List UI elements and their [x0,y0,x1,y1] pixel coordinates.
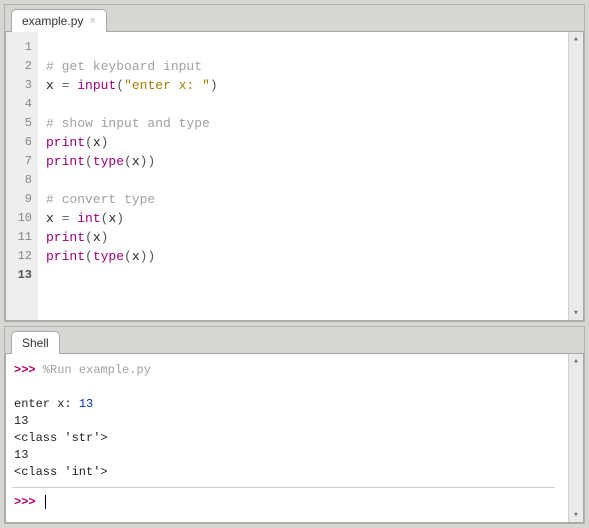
shell-prompt: >>> [14,363,36,377]
editor-scrollbar[interactable]: ▴ ▾ [568,32,583,320]
code-line[interactable]: x = input("enter x: ") [46,76,568,95]
shell-output-line: 13 [14,447,568,464]
shell-scrollbar[interactable]: ▴ ▾ [568,354,583,522]
shell-run-command: %Run example.py [36,363,151,377]
line-number: 7 [14,152,32,171]
scroll-up-icon[interactable]: ▴ [569,354,583,368]
shell-output[interactable]: >>> %Run example.py enter x: 13 13 <clas… [6,354,568,522]
shell-pane: Shell >>> %Run example.py enter x: 13 13… [4,326,585,524]
shell-output-line: enter x: 13 [14,396,568,413]
line-number: 3 [14,76,32,95]
code-line[interactable]: # show input and type [46,114,568,133]
line-number: 9 [14,190,32,209]
scroll-up-icon[interactable]: ▴ [569,32,583,46]
line-number-gutter: 12345678910111213 [6,32,38,320]
code-line[interactable]: print(x) [46,228,568,247]
scroll-down-icon[interactable]: ▾ [569,508,583,522]
code-line[interactable]: x = int(x) [46,209,568,228]
line-number: 5 [14,114,32,133]
line-number: 11 [14,228,32,247]
editor-pane: example.py × 12345678910111213 # get key… [4,4,585,322]
cursor-icon [45,495,46,509]
line-number: 1 [14,38,32,57]
editor-content: 12345678910111213 # get keyboard inputx … [5,31,584,321]
line-number: 8 [14,171,32,190]
line-number: 10 [14,209,32,228]
editor-tab-strip: example.py × [5,5,584,31]
line-number: 2 [14,57,32,76]
shell-line: >>> %Run example.py [14,362,568,379]
close-icon[interactable]: × [89,15,95,27]
editor-tab-label: example.py [22,14,83,28]
shell-input-line[interactable]: >>> [14,494,568,511]
code-line[interactable]: print(type(x)) [46,152,568,171]
code-line[interactable] [46,38,568,57]
shell-output-line: 13 [14,413,568,430]
line-number: 6 [14,133,32,152]
shell-output-line: <class 'str'> [14,430,568,447]
code-line[interactable]: print(type(x)) [46,247,568,266]
shell-output-line: <class 'int'> [14,464,568,481]
code-line[interactable]: # get keyboard input [46,57,568,76]
code-line[interactable]: print(x) [46,133,568,152]
shell-content: >>> %Run example.py enter x: 13 13 <clas… [5,353,584,523]
scroll-down-icon[interactable]: ▾ [569,306,583,320]
code-line[interactable] [46,171,568,190]
code-line[interactable] [46,266,568,285]
shell-tab-label: Shell [22,336,49,350]
line-number: 12 [14,247,32,266]
code-line[interactable] [46,95,568,114]
shell-blank-line [14,379,568,396]
shell-tab-strip: Shell [5,327,584,353]
code-line[interactable]: # convert type [46,190,568,209]
code-area[interactable]: # get keyboard inputx = input("enter x: … [38,32,568,320]
line-number: 13 [14,266,32,285]
line-number: 4 [14,95,32,114]
shell-prompt: >>> [14,495,36,509]
editor-tab[interactable]: example.py × [11,9,107,32]
shell-tab[interactable]: Shell [11,331,60,354]
shell-separator [12,487,555,488]
